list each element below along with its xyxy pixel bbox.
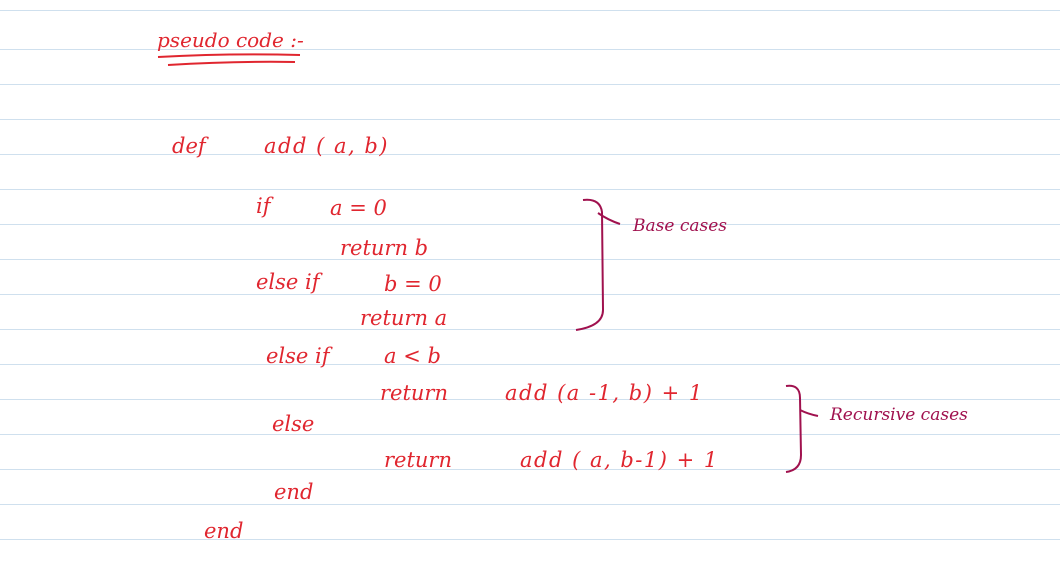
def-keyword: def <box>172 134 206 158</box>
base-cases-label: Base cases <box>633 216 727 236</box>
return-b: return b <box>340 236 429 260</box>
return-expression-1: add (a -1, b) + 1 <box>505 381 704 405</box>
else-if-keyword-1: else if <box>256 270 320 294</box>
heading-underline <box>157 53 301 58</box>
return-keyword-1: return <box>380 381 448 405</box>
base-cases-brace <box>575 198 605 331</box>
return-expression-2: add ( a, b-1) + 1 <box>520 448 719 472</box>
recursive-cases-label: Recursive cases <box>830 405 968 425</box>
else-keyword: else <box>272 412 315 436</box>
function-signature: add ( a, b) <box>264 134 389 158</box>
end-inner: end <box>274 480 314 504</box>
else-if-keyword-2: else if <box>266 344 330 368</box>
else-if-condition-2: a < b <box>384 344 441 368</box>
return-a: return a <box>360 306 448 330</box>
if-condition: a = 0 <box>330 196 387 220</box>
heading: pseudo code :- <box>157 28 304 52</box>
recursive-cases-brace-tip <box>799 409 819 417</box>
return-keyword-2: return <box>384 448 452 472</box>
heading-underline-2 <box>167 60 296 66</box>
if-keyword: if <box>256 194 271 218</box>
else-if-condition-1: b = 0 <box>384 272 442 296</box>
end-outer: end <box>204 519 244 543</box>
recursive-cases-brace <box>785 384 803 473</box>
ink-strokes <box>157 53 819 473</box>
